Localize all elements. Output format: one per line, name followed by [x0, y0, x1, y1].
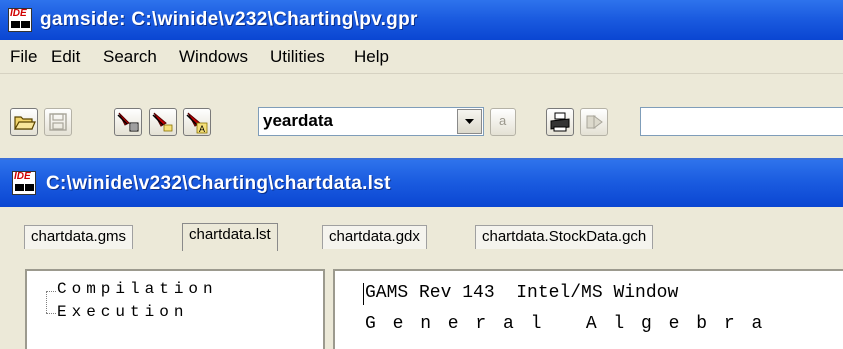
combo-dropdown-button[interactable]: [457, 109, 482, 134]
listing-line-2: G e n e r a l A l g e b r a: [365, 314, 766, 334]
app-title: gamside: C:\winide\v232\Charting\pv.gpr: [40, 9, 418, 30]
save-icon: [49, 113, 67, 131]
listing-window-title: C:\winide\v232\Charting\chartdata.lst: [46, 173, 391, 194]
tree-item-compilation[interactable]: Compilation: [57, 280, 218, 298]
ide-icon: IDE: [12, 171, 36, 195]
tab-chartdata-lst[interactable]: chartdata.lst: [182, 223, 278, 251]
small-a-label: a: [499, 113, 507, 128]
menu-bar: File Edit Search Windows Utilities Help: [0, 40, 843, 74]
search-input[interactable]: [640, 107, 843, 136]
model-combo-value: yeardata: [263, 111, 333, 130]
listing-text[interactable]: GAMS Rev 143 Intel/MS Window G e n e r a…: [333, 269, 843, 349]
toolbar: A yeardata a: [0, 74, 843, 156]
tree-item-execution[interactable]: Execution: [57, 303, 188, 321]
listing-tree[interactable]: Compilation Execution: [25, 269, 325, 349]
printer-icon: [550, 112, 570, 132]
svg-text:A: A: [199, 124, 205, 134]
menu-file[interactable]: File: [10, 47, 37, 67]
print-button[interactable]: [546, 108, 574, 136]
save-button[interactable]: [44, 108, 72, 136]
ide-icon: IDE: [8, 8, 32, 32]
model-combo[interactable]: yeardata: [258, 107, 484, 136]
chevron-down-icon: [465, 119, 474, 124]
listing-window: IDE C:\winide\v232\Charting\chartdata.ls…: [0, 158, 843, 349]
menu-search[interactable]: Search: [103, 47, 157, 67]
next-button[interactable]: [580, 108, 608, 136]
app-title-bar[interactable]: IDE gamside: C:\winide\v232\Charting\pv.…: [0, 0, 843, 40]
file-tabs: chartdata.gms chartdata.lst chartdata.gd…: [0, 207, 843, 251]
tab-chartdata-stockdata-gch[interactable]: chartdata.StockData.gch: [475, 225, 654, 249]
run-icon: [152, 112, 173, 132]
listing-line-1: GAMS Rev 143 Intel/MS Window: [365, 283, 679, 303]
text-caret: [363, 283, 364, 305]
run-options-button[interactable]: A: [183, 108, 211, 136]
run-button[interactable]: [149, 108, 177, 136]
menu-windows[interactable]: Windows: [179, 47, 248, 67]
run-options-icon: A: [186, 112, 208, 134]
menu-help[interactable]: Help: [354, 47, 389, 67]
compile-button[interactable]: [114, 108, 142, 136]
tab-chartdata-gms[interactable]: chartdata.gms: [24, 225, 134, 249]
tab-chartdata-gdx[interactable]: chartdata.gdx: [322, 225, 427, 249]
menu-edit[interactable]: Edit: [51, 47, 80, 67]
listing-window-title-bar[interactable]: IDE C:\winide\v232\Charting\chartdata.ls…: [0, 160, 843, 207]
arrow-right-icon: [586, 115, 603, 129]
open-icon: [13, 116, 36, 130]
menu-utilities[interactable]: Utilities: [270, 47, 325, 67]
compile-icon: [117, 112, 139, 132]
open-button[interactable]: [10, 108, 38, 136]
small-a-button[interactable]: a: [490, 108, 516, 136]
